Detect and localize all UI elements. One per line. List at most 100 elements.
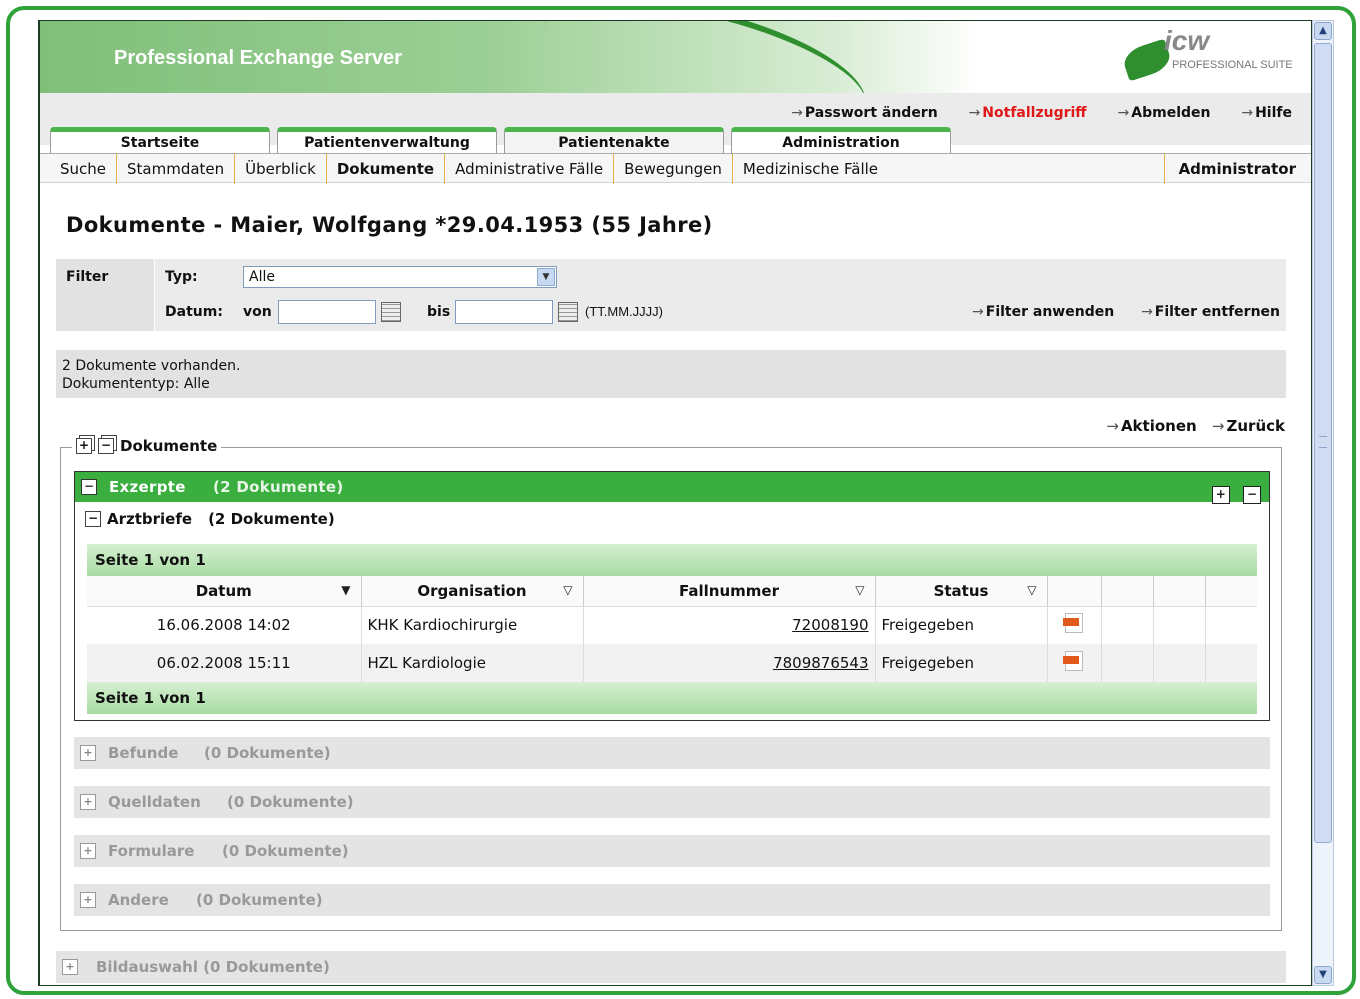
zurueck-link[interactable]: → Zurück bbox=[1212, 417, 1285, 435]
cell-fallnummer[interactable]: 72008190 bbox=[583, 606, 876, 644]
subnav-dokumente[interactable]: Dokumente bbox=[325, 154, 444, 184]
scroll-up-icon[interactable]: ▲ bbox=[1314, 22, 1332, 40]
sort-icon[interactable]: ▽ bbox=[855, 583, 864, 597]
subnav-administrative-faelle[interactable]: Administrative Fälle bbox=[444, 154, 613, 184]
group-count: (2 Dokumente) bbox=[213, 478, 344, 496]
tab-administration[interactable]: Administration bbox=[731, 127, 951, 153]
subnav-bewegungen[interactable]: Bewegungen bbox=[613, 154, 732, 184]
filter-links: → Filter anwenden → Filter entfernen bbox=[950, 304, 1280, 320]
subnav-medizinische-faelle[interactable]: Medizinische Fälle bbox=[731, 154, 888, 184]
date-format-hint: (TT.MM.JJJJ) bbox=[585, 304, 663, 319]
collapse-icon[interactable]: − bbox=[85, 511, 101, 527]
expand-all-icon[interactable]: + bbox=[1211, 486, 1230, 504]
col-fallnummer[interactable]: Fallnummer ▽ bbox=[583, 576, 876, 607]
aktionen-link[interactable]: → Aktionen bbox=[1106, 417, 1196, 435]
current-user: Administrator bbox=[1163, 154, 1296, 184]
expand-icon[interactable]: + bbox=[80, 843, 96, 859]
pager-top: Seite 1 von 1 bbox=[87, 544, 1257, 576]
table-row[interactable]: 16.06.2008 14:02 KHK Kardiochirurgie 720… bbox=[87, 606, 1257, 644]
sort-desc-icon[interactable]: ▼ bbox=[341, 583, 350, 597]
tab-patientenakte[interactable]: Patientenakte bbox=[504, 127, 724, 153]
xml-file-icon[interactable] bbox=[1063, 651, 1083, 671]
calendar-icon[interactable] bbox=[558, 302, 578, 322]
cell-xml[interactable] bbox=[1047, 606, 1102, 644]
info-box: 2 Dokumente vorhanden. Dokumententyp: Al… bbox=[56, 350, 1286, 398]
arrow-icon: → bbox=[968, 105, 981, 121]
col-datum[interactable]: Datum ▼ bbox=[87, 576, 362, 607]
arrow-icon: → bbox=[1211, 417, 1225, 435]
sort-icon[interactable]: ▽ bbox=[1027, 583, 1036, 597]
documents-table-wrap: Seite 1 von 1 Datum ▼ Organisation ▽ Falln… bbox=[87, 544, 1257, 714]
sub-navigation: Suche Stammdaten Überblick Dokumente Adminis… bbox=[40, 153, 1311, 184]
group-header[interactable]: − Exzerpte (2 Dokumente) + − bbox=[75, 472, 1269, 504]
legend-label: Dokumente bbox=[120, 437, 218, 455]
filter-panel: Filter Typ: Alle ▼ Datum: von bis (TT.MM… bbox=[56, 259, 1286, 331]
calendar-icon[interactable] bbox=[381, 302, 401, 322]
col-extra-1 bbox=[1047, 576, 1102, 607]
typ-select-value: Alle bbox=[249, 269, 275, 285]
grip-icon bbox=[1319, 436, 1327, 448]
link-abmelden[interactable]: → Abmelden bbox=[1118, 105, 1211, 121]
chevron-down-icon[interactable]: ▼ bbox=[537, 268, 555, 286]
group-count: (0 Dokumente) bbox=[227, 793, 354, 811]
subnav-stammdaten[interactable]: Stammdaten bbox=[116, 154, 234, 184]
von-date-input[interactable] bbox=[278, 300, 376, 324]
collapse-icon[interactable]: − bbox=[81, 479, 97, 495]
cell-organisation: KHK Kardiochirurgie bbox=[361, 606, 584, 644]
expand-all-icon[interactable]: + bbox=[76, 438, 92, 454]
expand-icon[interactable]: + bbox=[80, 745, 96, 761]
bildauswahl-section[interactable]: + Bildauswahl (0 Dokumente) bbox=[56, 951, 1286, 983]
cell-status: Freigegeben bbox=[875, 606, 1048, 644]
cell-organisation: HZL Kardiologie bbox=[361, 644, 584, 682]
collapse-all-icon[interactable]: − bbox=[1243, 486, 1261, 504]
typ-select[interactable]: Alle ▼ bbox=[243, 266, 557, 288]
action-links: → Aktionen → Zurück bbox=[1096, 417, 1285, 435]
col-status[interactable]: Status ▽ bbox=[875, 576, 1048, 607]
bis-date-input[interactable] bbox=[455, 300, 553, 324]
tab-patientenverwaltung[interactable]: Patientenverwaltung bbox=[277, 127, 497, 153]
group-quelldaten[interactable]: + Quelldaten (0 Dokumente) bbox=[74, 786, 1270, 818]
table-row[interactable]: 06.02.2008 15:11 HZL Kardiologie 7809876… bbox=[87, 644, 1257, 682]
vertical-scrollbar[interactable]: ▲ ▼ bbox=[1312, 20, 1334, 986]
collapse-all-icon[interactable]: − bbox=[98, 438, 114, 454]
link-hilfe[interactable]: → Hilfe bbox=[1241, 105, 1292, 121]
tab-startseite[interactable]: Startseite bbox=[50, 127, 270, 153]
group-name: Andere bbox=[108, 891, 169, 909]
scroll-down-icon[interactable]: ▼ bbox=[1314, 966, 1332, 984]
filter-remove-link[interactable]: → Filter entfernen bbox=[1141, 304, 1280, 320]
group-andere[interactable]: + Andere (0 Dokumente) bbox=[74, 884, 1270, 916]
link-passwort[interactable]: → Passwort ändern bbox=[791, 105, 938, 121]
filter-label: Filter bbox=[66, 269, 109, 285]
group-name: Quelldaten bbox=[108, 793, 201, 811]
window-frame: Professional Exchange Server icw PROFESS… bbox=[6, 6, 1356, 995]
group-name: Formulare bbox=[108, 842, 195, 860]
scroll-thumb[interactable] bbox=[1314, 43, 1332, 843]
subnav-suche[interactable]: Suche bbox=[60, 154, 116, 184]
von-label: von bbox=[243, 304, 272, 320]
filter-apply-link[interactable]: → Filter anwenden bbox=[972, 304, 1114, 320]
logo-text: icw bbox=[1164, 25, 1210, 56]
subnav-ueberblick[interactable]: Überblick bbox=[234, 154, 326, 184]
col-organisation[interactable]: Organisation ▽ bbox=[361, 576, 584, 607]
group-formulare[interactable]: + Formulare (0 Dokumente) bbox=[74, 835, 1270, 867]
subgroup-arztbriefe[interactable]: − Arztbriefe (2 Dokumente) bbox=[85, 510, 335, 528]
arrow-icon: → bbox=[1241, 105, 1254, 121]
arrow-icon: → bbox=[972, 304, 984, 320]
cell-status: Freigegeben bbox=[875, 644, 1048, 682]
expand-icon[interactable]: + bbox=[62, 959, 78, 975]
sort-icon[interactable]: ▽ bbox=[563, 583, 572, 597]
xml-file-icon[interactable] bbox=[1063, 613, 1083, 634]
cell-fallnummer[interactable]: 7809876543 bbox=[583, 644, 876, 682]
expand-icon[interactable]: + bbox=[80, 892, 96, 908]
group-count: (0 Dokumente) bbox=[222, 842, 349, 860]
subgroup-name: Arztbriefe bbox=[107, 510, 193, 528]
typ-label: Typ: bbox=[165, 269, 198, 285]
arrow-icon: → bbox=[791, 105, 803, 121]
cell-datum: 06.02.2008 15:11 bbox=[87, 644, 362, 682]
group-name: Befunde bbox=[108, 744, 179, 762]
group-befunde[interactable]: + Befunde (0 Dokumente) bbox=[74, 737, 1270, 769]
expand-icon[interactable]: + bbox=[80, 794, 96, 810]
page-title: Dokumente - Maier, Wolfgang *29.04.1953 … bbox=[66, 213, 713, 237]
link-notfallzugriff[interactable]: → Notfallzugriff bbox=[969, 105, 1087, 121]
cell-xml[interactable] bbox=[1047, 644, 1102, 682]
